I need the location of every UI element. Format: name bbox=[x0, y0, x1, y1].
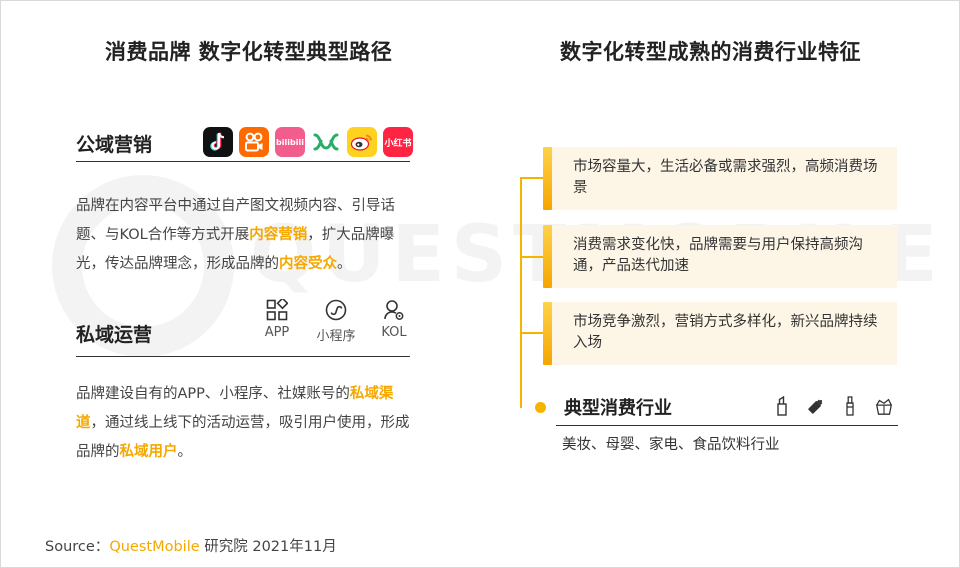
lipstick-icon bbox=[772, 395, 792, 417]
timeline-line bbox=[520, 178, 522, 408]
source-line: Source：QuestMobile 研究院 2021年11月 bbox=[45, 539, 337, 555]
kol-icon: KOL bbox=[369, 299, 419, 340]
bilibili-icon: bilibili bbox=[275, 127, 305, 157]
cosmetic-tube-icon bbox=[840, 395, 860, 417]
xiaohongshu-icon: 小红书 bbox=[383, 127, 413, 157]
food-box-icon bbox=[874, 395, 894, 417]
source-brand: QuestMobile bbox=[109, 539, 200, 555]
timeline-dot bbox=[535, 402, 546, 413]
baby-bottle-icon bbox=[806, 395, 826, 417]
typical-industry-list: 美妆、母婴、家电、食品饮料行业 bbox=[562, 437, 780, 453]
wechat-channels-icon bbox=[311, 127, 341, 157]
feature-card: 市场容量大，生活必备或需求强烈，高频消费场景 bbox=[543, 147, 897, 210]
left-title: 消费品牌 数字化转型典型路径 bbox=[105, 40, 393, 64]
card-accent-bar bbox=[543, 302, 552, 365]
public-divider bbox=[76, 161, 410, 162]
mini-program-icon: 小程序 bbox=[311, 299, 361, 344]
platform-icons: bilibili 小红书 bbox=[203, 127, 413, 157]
card-accent-bar bbox=[543, 147, 552, 210]
public-marketing-description: 品牌在内容平台中通过自产图文视频内容、引导话题、与KOL合作等方式开展内容营销，… bbox=[76, 198, 395, 272]
highlight-private-users: 私域用户 bbox=[119, 444, 178, 460]
feature-card: 市场竞争激烈，营销方式多样化，新兴品牌持续入场 bbox=[543, 302, 897, 365]
kol-label: KOL bbox=[381, 325, 407, 340]
feature-card: 消费需求变化快，品牌需要与用户保持高频沟通，产品迭代加速 bbox=[543, 225, 897, 288]
industry-divider bbox=[556, 425, 898, 426]
right-title: 数字化转型成熟的消费行业特征 bbox=[560, 40, 861, 64]
private-operation-description: 品牌建设自有的APP、小程序、社媒账号的私域渠道，通过线上线下的活动运营，吸引用… bbox=[76, 386, 410, 460]
public-marketing-heading: 公域营销 bbox=[76, 134, 153, 156]
app-label: APP bbox=[264, 325, 290, 340]
card-accent-bar bbox=[543, 225, 552, 288]
highlight-content-marketing: 内容营销 bbox=[249, 227, 308, 243]
feature-text: 市场竞争激烈，营销方式多样化，新兴品牌持续入场 bbox=[573, 314, 878, 351]
kuaishou-icon bbox=[239, 127, 269, 157]
feature-text: 市场容量大，生活必备或需求强烈，高频消费场景 bbox=[573, 159, 878, 196]
timeline-branch bbox=[520, 332, 544, 334]
timeline-branch bbox=[520, 256, 544, 258]
typical-industry-heading: 典型消费行业 bbox=[564, 398, 672, 419]
private-operation-heading: 私域运营 bbox=[76, 324, 153, 346]
industry-icons bbox=[772, 395, 894, 417]
weibo-icon bbox=[347, 127, 377, 157]
mini-program-label: 小程序 bbox=[316, 329, 356, 344]
timeline-branch bbox=[520, 177, 544, 179]
douyin-icon bbox=[203, 127, 233, 157]
feature-text: 消费需求变化快，品牌需要与用户保持高频沟通，产品迭代加速 bbox=[573, 237, 863, 274]
app-icon: APP bbox=[252, 299, 302, 340]
private-divider bbox=[76, 356, 410, 357]
highlight-content-audience: 内容受众 bbox=[279, 256, 337, 272]
